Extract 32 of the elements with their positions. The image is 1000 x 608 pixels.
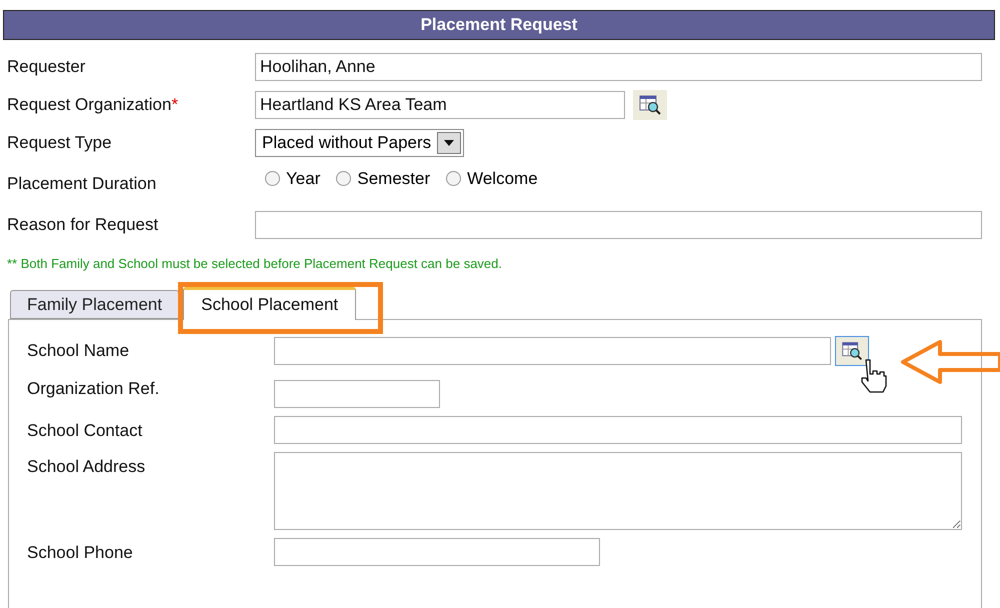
- text-field[interactable]: Hoolihan, Anne: [255, 53, 982, 81]
- text-area[interactable]: [274, 452, 962, 530]
- validation-note: ** Both Family and School must be selected before Placement Request can be saved.: [6, 254, 504, 273]
- table-search-icon[interactable]: [633, 90, 667, 120]
- dropdown[interactable]: Placed without Papers: [255, 129, 464, 157]
- text-field[interactable]: [274, 337, 831, 365]
- field-label: Reason for Request: [7, 214, 160, 236]
- text-field[interactable]: [274, 538, 600, 566]
- radio-label: Semester: [357, 168, 430, 190]
- tab[interactable]: School Placement: [183, 287, 356, 320]
- tab[interactable]: Family Placement: [10, 290, 180, 319]
- table-search-icon[interactable]: [835, 336, 869, 366]
- text-field[interactable]: [274, 380, 440, 408]
- field-label: School Name: [27, 340, 130, 362]
- radio-label: Year: [286, 168, 320, 190]
- radio-button[interactable]: [265, 171, 280, 186]
- dropdown-caret-icon: [437, 132, 462, 154]
- field-label: School Contact: [27, 420, 144, 442]
- field-label: School Phone: [27, 542, 134, 564]
- field-label: Organization Ref.: [27, 378, 160, 400]
- field-label: Placement Duration: [7, 173, 158, 195]
- field-label: School Address: [27, 456, 146, 478]
- text-field[interactable]: Heartland KS Area Team: [255, 91, 625, 119]
- radio-button[interactable]: [336, 171, 352, 186]
- field-label: Request Type: [7, 132, 113, 154]
- radio-label: Welcome: [467, 168, 538, 190]
- form-header: Placement Request: [3, 10, 995, 40]
- text-field[interactable]: [274, 416, 962, 444]
- text-field[interactable]: [255, 210, 982, 238]
- radio-button[interactable]: [446, 171, 462, 186]
- field-label: Request Organization*: [7, 94, 180, 116]
- field-label: Requester: [7, 56, 86, 78]
